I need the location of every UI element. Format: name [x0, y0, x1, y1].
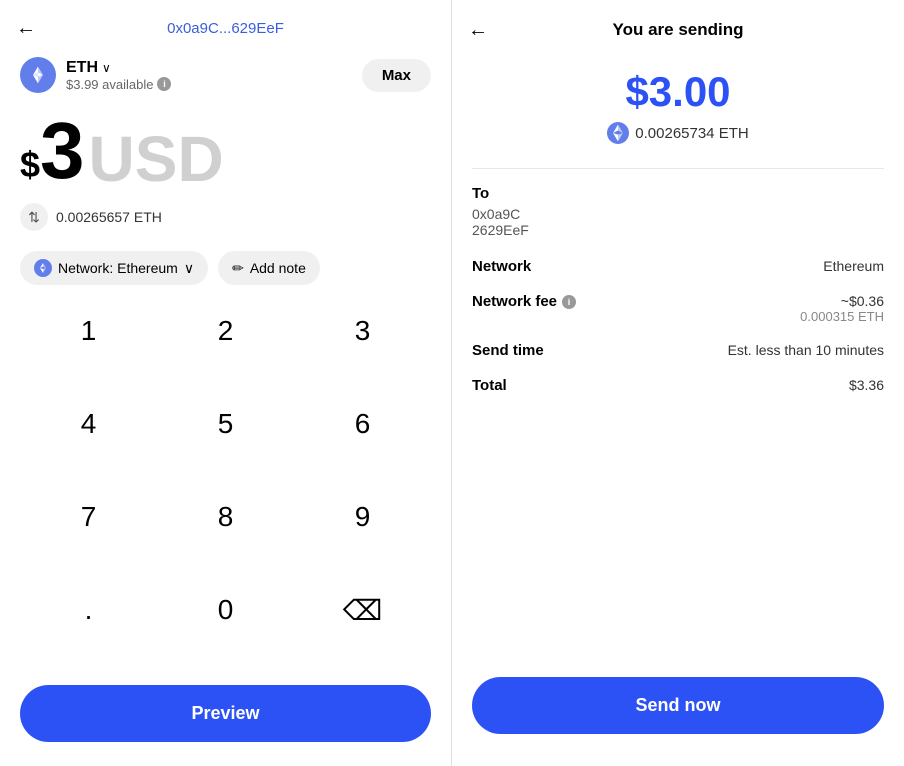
network-row-value: Ethereum — [823, 258, 884, 274]
wallet-address-left[interactable]: 0x0a9C...629EeF — [167, 20, 284, 37]
divider — [472, 168, 884, 169]
eth-icon — [20, 57, 56, 93]
add-note-button[interactable]: ✏ Add note — [218, 251, 320, 285]
amount-display: $ 3 USD — [0, 101, 451, 195]
token-info: ETH ∨ $3.99 available i — [20, 57, 171, 93]
numpad-key-5[interactable]: 5 — [157, 394, 294, 454]
sending-eth-row: 0.00265734 ETH — [472, 122, 884, 144]
eth-equivalent: 0.00265657 ETH — [56, 209, 162, 225]
numpad-key-3[interactable]: 3 — [294, 301, 431, 361]
numpad-key-6[interactable]: 6 — [294, 394, 431, 454]
fee-info-icon[interactable]: i — [562, 295, 576, 309]
numpad-key-backspace[interactable]: ⌫ — [294, 580, 431, 640]
send-now-button[interactable]: Send now — [472, 677, 884, 734]
dollar-sign: $ — [20, 147, 40, 183]
network-label: Network: Ethereum — [58, 260, 178, 276]
numpad-key-7[interactable]: 7 — [20, 487, 157, 547]
network-button[interactable]: Network: Ethereum ∨ — [20, 251, 208, 285]
fee-row-label: Network fee i — [472, 293, 576, 310]
send-time-label: Send time — [472, 342, 544, 359]
fee-row-value: ~$0.36 0.000315 ETH — [800, 293, 884, 324]
fee-row: Network fee i ~$0.36 0.000315 ETH — [472, 293, 884, 324]
numpad-key-2[interactable]: 2 — [157, 301, 294, 361]
to-label: To — [472, 185, 884, 202]
token-chevron-icon: ∨ — [102, 61, 111, 75]
token-name-row[interactable]: ETH ∨ — [66, 59, 171, 77]
network-row: Network Ethereum — [472, 258, 884, 275]
to-address-line1: 0x0a9C — [472, 206, 884, 222]
back-button-left[interactable]: ← — [16, 17, 36, 40]
numpad-key-dot[interactable]: . — [20, 580, 157, 640]
numpad-key-1[interactable]: 1 — [20, 301, 157, 361]
token-details: ETH ∨ $3.99 available i — [66, 59, 171, 92]
options-row: Network: Ethereum ∨ ✏ Add note — [0, 243, 451, 301]
eth-icon-confirm — [607, 122, 629, 144]
back-button-right[interactable]: ← — [468, 19, 488, 42]
numpad-key-0[interactable]: 0 — [157, 580, 294, 640]
left-header: ← 0x0a9C...629EeF — [0, 0, 451, 49]
network-row-label: Network — [472, 258, 531, 275]
network-chevron-icon: ∨ — [184, 260, 194, 277]
send-time-row: Send time Est. less than 10 minutes — [472, 342, 884, 359]
right-header: ← You are sending — [452, 0, 904, 52]
total-value: $3.36 — [849, 377, 884, 393]
eth-amount-row: ⇅ 0.00265657 ETH — [0, 195, 451, 243]
numpad: 123 456 789.0⌫ — [0, 301, 451, 673]
fee-eth-value: 0.000315 ETH — [800, 309, 884, 324]
info-icon[interactable]: i — [157, 77, 171, 91]
token-row: ETH ∨ $3.99 available i Max — [0, 49, 451, 101]
pencil-icon: ✏ — [232, 260, 244, 277]
to-address-line2: 2629EeF — [472, 222, 884, 238]
app-container: ← 0x0a9C...629EeF ETH — [0, 0, 904, 766]
numpad-key-9[interactable]: 9 — [294, 487, 431, 547]
available-balance: $3.99 available i — [66, 77, 171, 92]
add-note-label: Add note — [250, 260, 306, 276]
numpad-key-4[interactable]: 4 — [20, 394, 157, 454]
swap-icon[interactable]: ⇅ — [20, 203, 48, 231]
total-row: Total $3.36 — [472, 377, 884, 394]
token-name: ETH — [66, 59, 98, 77]
details-section: To 0x0a9C 2629EeF Network Ethereum Netwo… — [452, 185, 904, 665]
amount-number: 3 — [40, 111, 85, 191]
send-time-value: Est. less than 10 minutes — [728, 342, 884, 358]
sending-eth-text: 0.00265734 ETH — [635, 125, 748, 142]
preview-button[interactable]: Preview — [20, 685, 431, 742]
total-label: Total — [472, 377, 507, 394]
confirm-title: You are sending — [613, 20, 744, 40]
send-panel: ← 0x0a9C...629EeF ETH — [0, 0, 452, 766]
network-eth-icon — [34, 259, 52, 277]
sending-usd: $3.00 — [472, 68, 884, 116]
amount-currency: USD — [89, 127, 224, 191]
to-block: To 0x0a9C 2629EeF — [472, 185, 884, 238]
max-button[interactable]: Max — [362, 59, 431, 92]
confirm-panel: ← You are sending $3.00 0.00265734 ETH — [452, 0, 904, 766]
sending-amount: $3.00 0.00265734 ETH — [452, 52, 904, 152]
numpad-key-8[interactable]: 8 — [157, 487, 294, 547]
